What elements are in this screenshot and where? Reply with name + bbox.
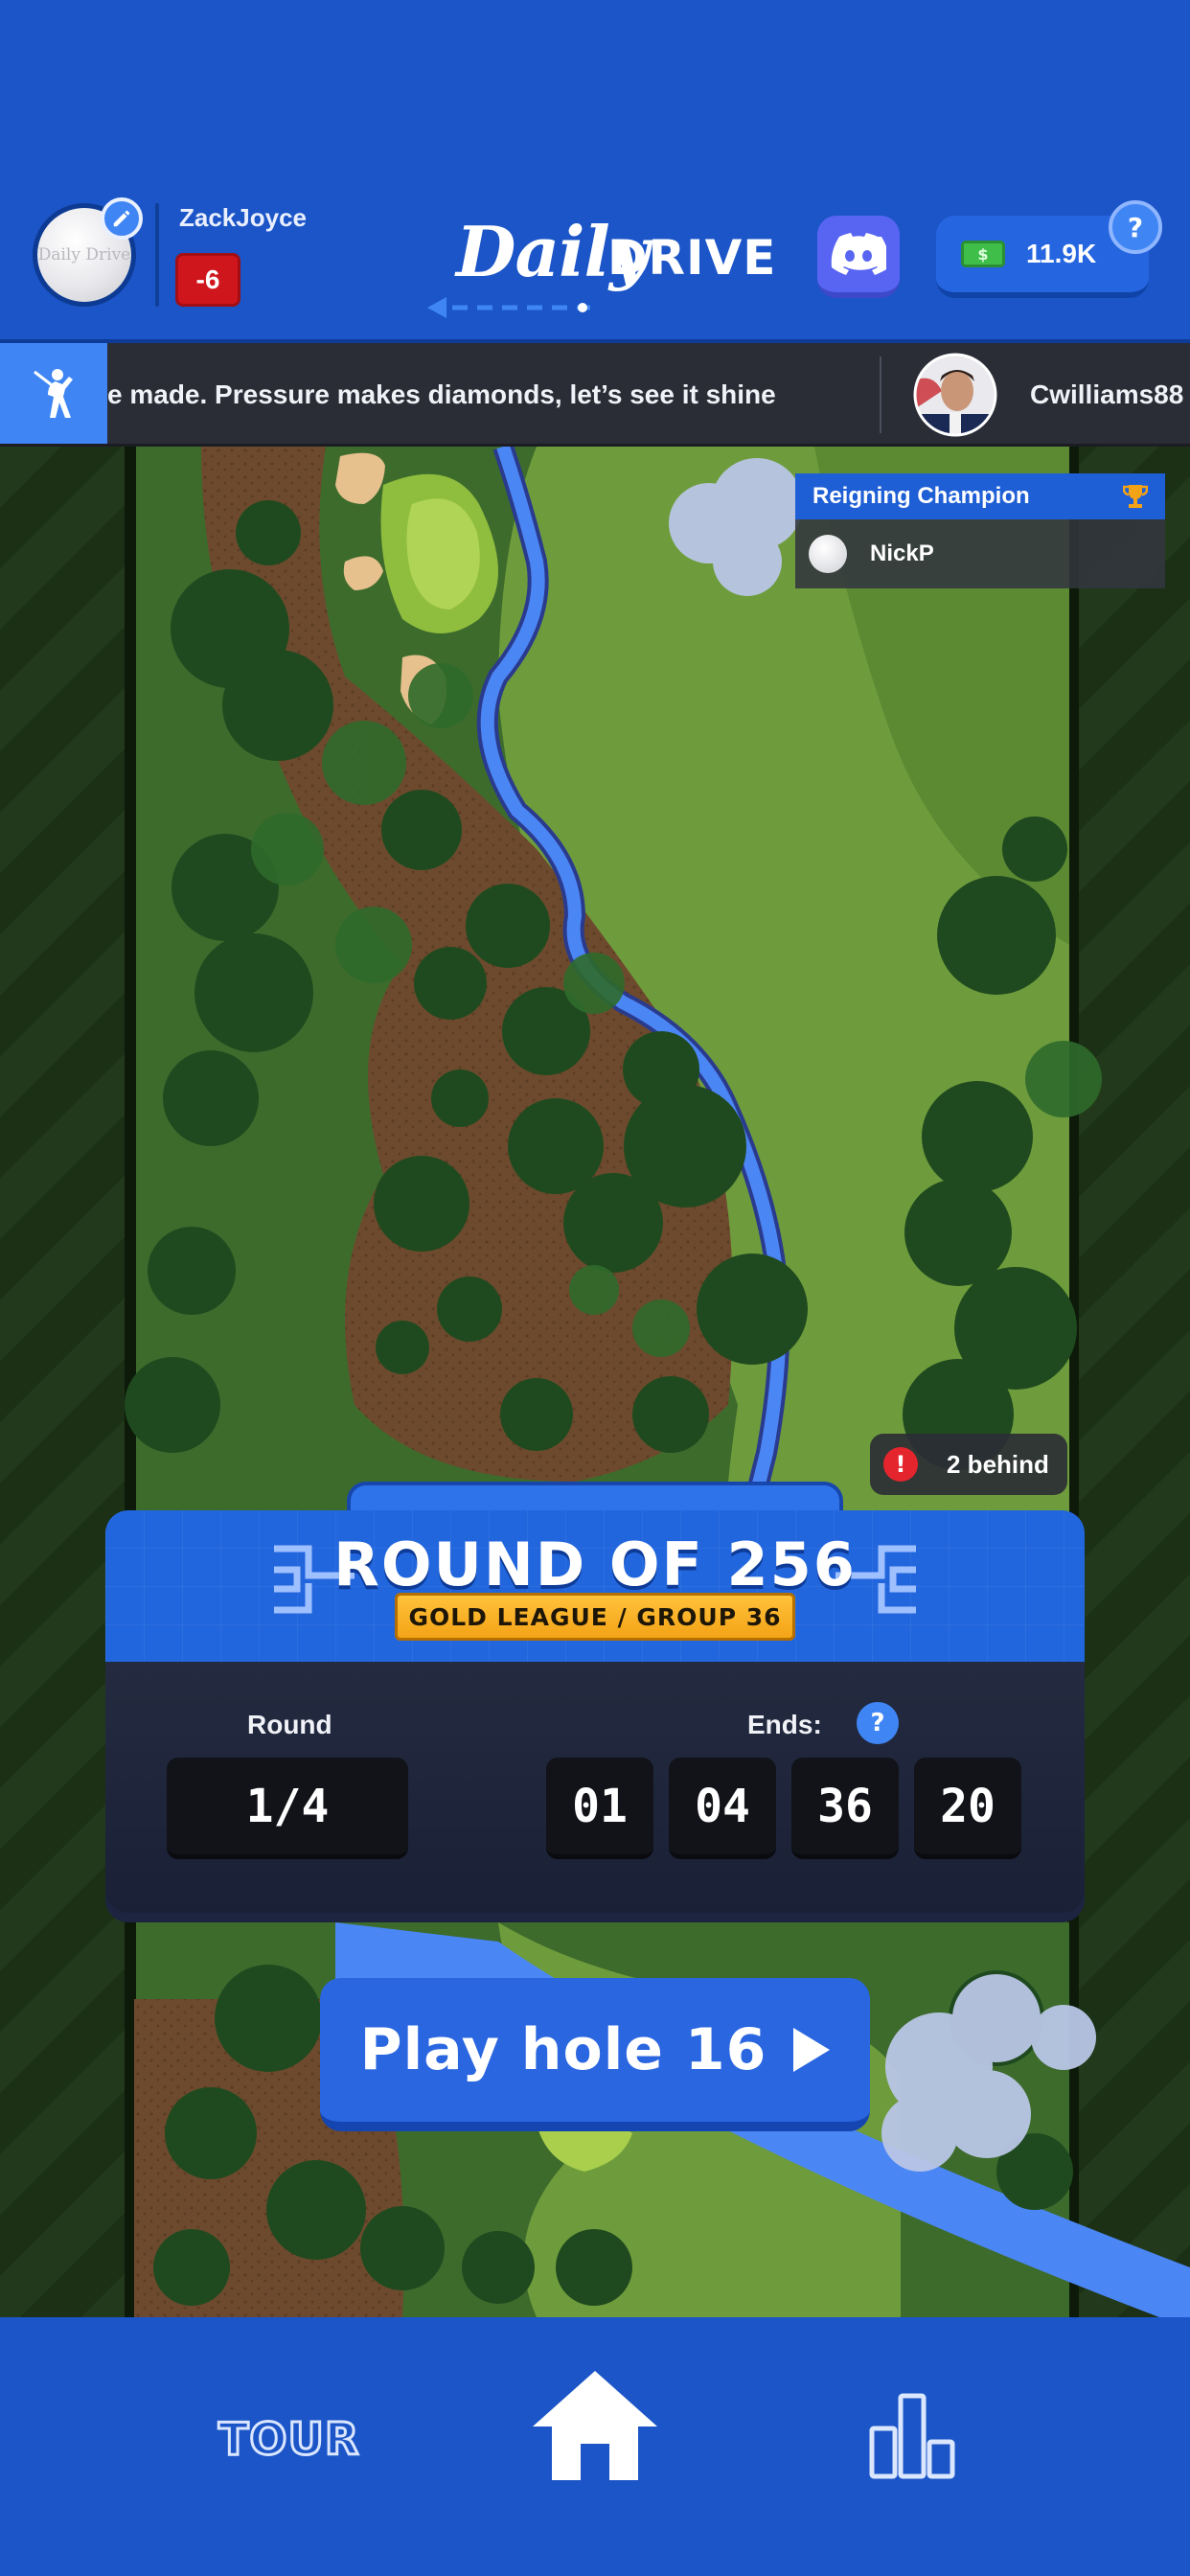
timer-days: 01 xyxy=(546,1758,653,1859)
edit-profile-button[interactable] xyxy=(101,197,143,240)
news-ticker: e made. Pressure makes diamonds, let’s s… xyxy=(0,343,1190,447)
behind-text: 2 behind xyxy=(947,1449,1049,1479)
champion-ball-icon xyxy=(809,535,847,573)
discord-icon xyxy=(831,233,886,275)
ticker-user-photo xyxy=(913,353,997,437)
play-hole-button[interactable]: Play hole 16 xyxy=(320,1978,870,2131)
timer-seconds: 20 xyxy=(914,1758,1021,1859)
alert-icon: ! xyxy=(883,1447,918,1482)
discord-button[interactable] xyxy=(817,216,900,298)
champion-row: NickP xyxy=(795,519,1165,588)
trophy-icon xyxy=(1123,485,1148,508)
pencil-icon xyxy=(113,210,130,227)
round-card-header: ROUND OF 256 GOLD LEAGUE / GROUP 36 xyxy=(105,1510,1085,1662)
ticker-message: e made. Pressure makes diamonds, let’s s… xyxy=(107,380,776,409)
leaderboard-icon[interactable] xyxy=(868,2392,956,2480)
score-badge: -6 xyxy=(175,253,240,307)
cash-icon: $ xyxy=(961,241,1005,267)
help-button[interactable]: ? xyxy=(1109,200,1162,254)
ticker-golfer-icon xyxy=(0,343,107,444)
champion-name: NickP xyxy=(870,540,934,566)
league-badge: GOLD LEAGUE / GROUP 36 xyxy=(395,1593,795,1641)
daily-drive-logo: Daily DRIVE xyxy=(427,211,775,318)
home-icon[interactable] xyxy=(529,2367,661,2482)
ticker-separator xyxy=(880,356,881,433)
cash-value: 11.9K xyxy=(1026,239,1097,268)
logo-drive-text: DRIVE xyxy=(607,230,777,286)
logo-arrow-icon xyxy=(427,297,590,318)
round-card-body: Round Ends: ? 1/4 01 04 36 20 xyxy=(105,1662,1085,1913)
header-divider xyxy=(155,203,159,307)
round-card: ROUND OF 256 GOLD LEAGUE / GROUP 36 Roun… xyxy=(105,1510,1085,1913)
play-arrow-icon xyxy=(793,2028,831,2072)
round-title: ROUND OF 256 xyxy=(333,1530,857,1599)
timer-hours: 04 xyxy=(669,1758,776,1859)
top-header: Daily Drive ZackJoyce -6 Daily DRIVE $ 1… xyxy=(0,0,1190,343)
timer-minutes: 36 xyxy=(791,1758,899,1859)
play-hole-label: Play hole 16 xyxy=(359,2016,767,2083)
champion-title: Reigning Champion xyxy=(812,483,1030,509)
ends-label: Ends: xyxy=(747,1710,822,1739)
behind-indicator: ! 2 behind xyxy=(870,1434,1067,1495)
champion-header: Reigning Champion xyxy=(795,473,1165,519)
username: ZackJoyce xyxy=(179,203,307,232)
round-label: Round xyxy=(247,1710,332,1739)
ends-help-button[interactable]: ? xyxy=(857,1702,899,1744)
avatar-ball-logo: Daily Drive xyxy=(37,245,131,264)
round-value: 1/4 xyxy=(167,1758,408,1859)
bottom-nav: TOUR xyxy=(0,2317,1190,2576)
nav-tour[interactable]: TOUR xyxy=(217,2412,359,2467)
reigning-champion-panel[interactable]: Reigning Champion NickP xyxy=(795,473,1165,588)
ticker-username: Cwilliams88 xyxy=(1030,380,1184,409)
golfer-icon xyxy=(34,369,73,418)
